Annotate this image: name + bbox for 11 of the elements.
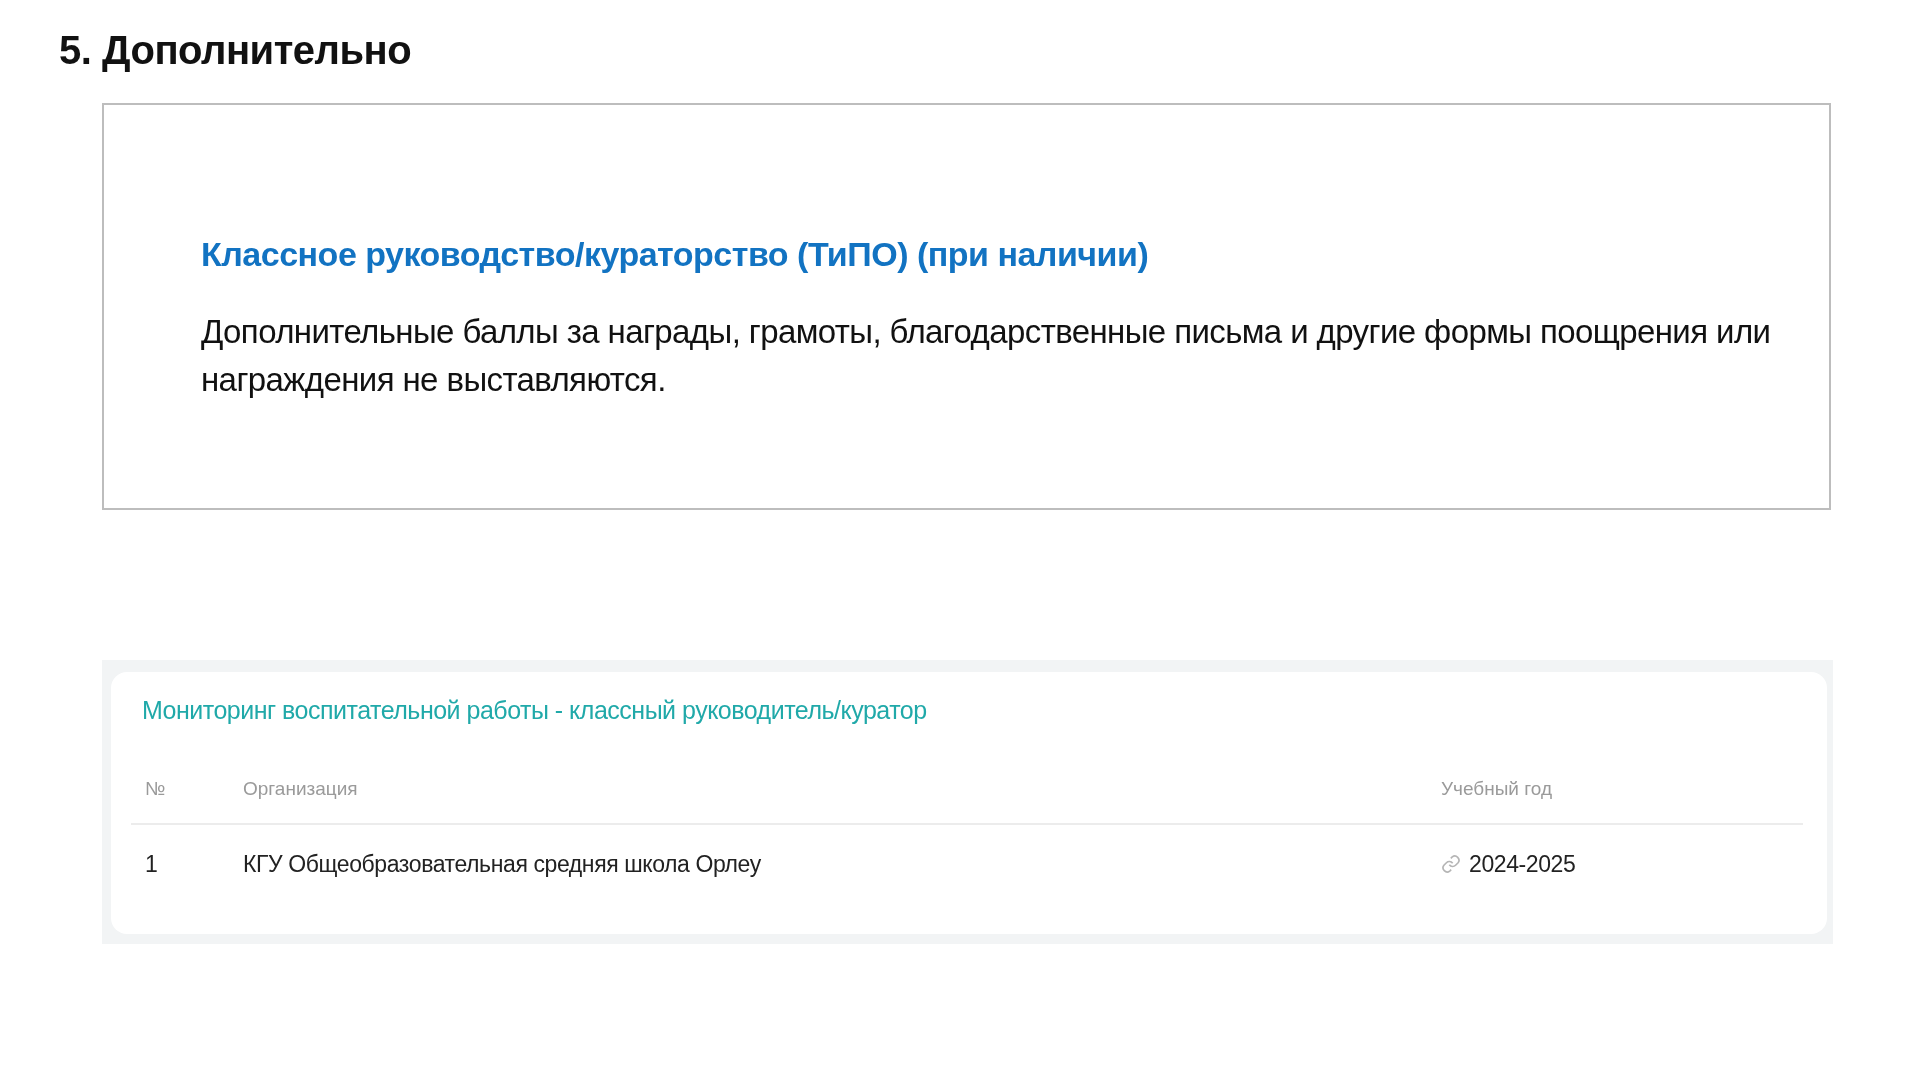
info-title: Классное руководство/кураторство (ТиПО) (при наличии) — [201, 235, 1149, 274]
column-header: Организация — [243, 778, 359, 800]
table-cell: КГУ Общеобразовательная средняя школа Орлеу — [243, 850, 761, 878]
page-heading: 5. Дополнительно — [59, 28, 413, 73]
table-cell: 2024-2025 — [1469, 850, 1576, 878]
column-header: № — [145, 778, 167, 800]
info-text: Дополнительные баллы за награды, грамоты, благодарственные письма и другие формы поощрения или награждения не выставляются. — [201, 312, 1772, 400]
column-header: Учебный год — [1441, 778, 1553, 800]
monitoring-title: Мониторинг воспитательной работы - классный руководитель/куратор — [142, 696, 927, 725]
table-cell: 1 — [145, 850, 158, 878]
link-icon[interactable] — [1441, 853, 1461, 875]
